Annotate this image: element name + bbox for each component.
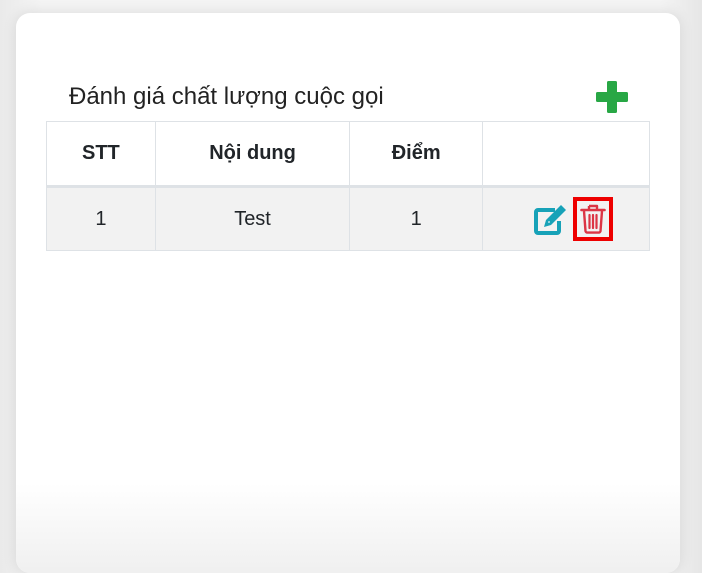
table-header-row: STT Nội dung Điểm bbox=[46, 121, 650, 188]
card-bottom-fade bbox=[16, 483, 680, 573]
page-title: Đánh giá chất lượng cuộc gọi bbox=[69, 83, 384, 110]
edit-button[interactable] bbox=[533, 201, 569, 237]
header-stt: STT bbox=[46, 121, 156, 188]
cell-actions bbox=[482, 186, 650, 251]
table-row: 1 Test 1 bbox=[46, 186, 650, 251]
delete-button[interactable] bbox=[573, 197, 613, 241]
plus-icon bbox=[596, 81, 628, 113]
edit-icon bbox=[534, 205, 566, 235]
evaluation-card: Đánh giá chất lượng cuộc gọi STT Nội dun… bbox=[16, 13, 680, 573]
cell-score: 1 bbox=[349, 186, 484, 251]
header-score: Điểm bbox=[349, 121, 484, 188]
cell-content: Test bbox=[154, 186, 351, 251]
add-button[interactable] bbox=[594, 79, 630, 115]
row-actions bbox=[483, 197, 649, 241]
cell-stt: 1 bbox=[46, 186, 156, 251]
header-actions bbox=[482, 121, 650, 188]
header-content: Nội dung bbox=[154, 121, 351, 188]
evaluation-table: STT Nội dung Điểm 1 Test 1 bbox=[46, 121, 650, 251]
trash-icon bbox=[580, 204, 606, 234]
